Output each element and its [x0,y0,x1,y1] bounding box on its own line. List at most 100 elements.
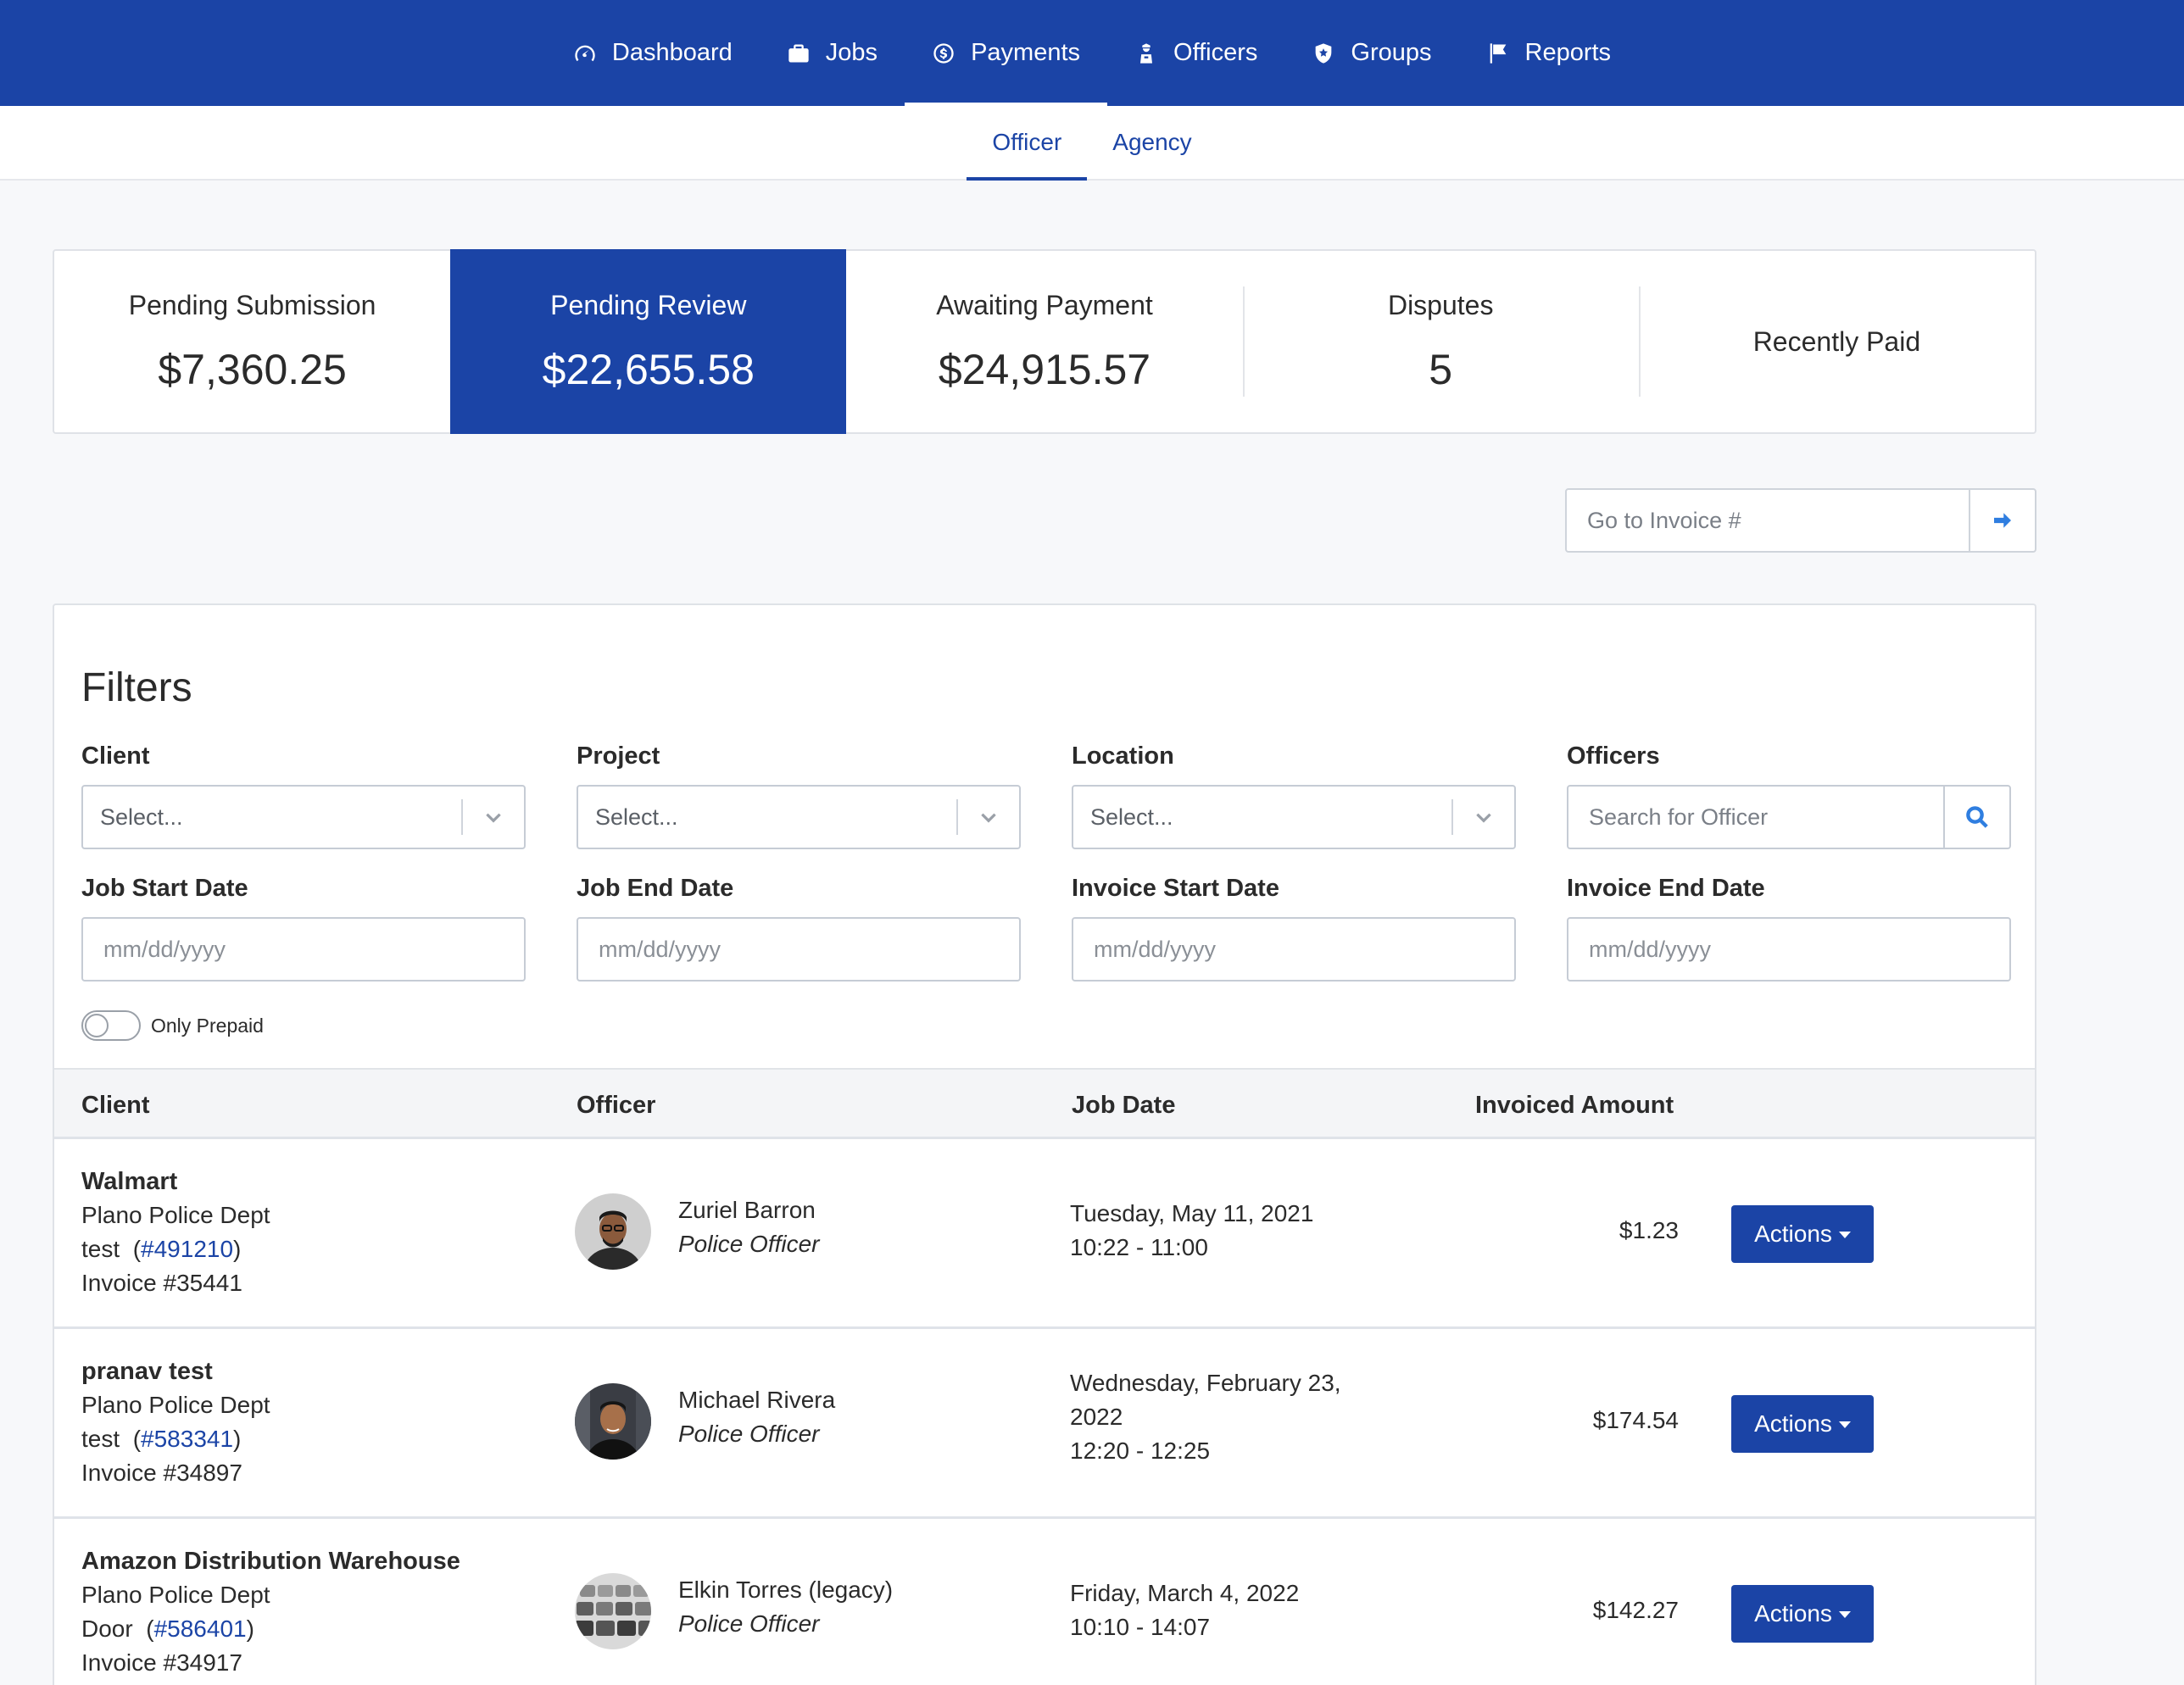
toggle-knob [85,1014,109,1037]
row-client: pranav test Plano Police Dept test (#583… [81,1354,270,1490]
officer-icon [1134,42,1158,65]
project-link[interactable]: #491210 [141,1236,233,1262]
row-amount: $1.23 [1618,1217,1679,1243]
invoice-number: Invoice #34897 [81,1460,242,1486]
top-navigation: Dashboard Jobs Payments Officers Groups … [0,0,2184,106]
chevron-down-icon[interactable] [958,806,1019,828]
date-placeholder: mm/dd/yyyy [1589,936,1712,962]
flag-icon [1486,42,1510,65]
row-officer: Michael Rivera Police Officer [678,1383,835,1451]
date-placeholder: mm/dd/yyyy [103,936,226,962]
job-end-date-input[interactable]: mm/dd/yyyy [577,917,1021,982]
invoice-number: Invoice #34917 [81,1649,242,1676]
tab-agency[interactable]: Agency [1087,106,1217,179]
only-prepaid-label: Only Prepaid [151,1014,264,1037]
project-select[interactable]: Select... [577,785,1021,849]
project-name: Door [81,1615,133,1642]
project-link[interactable]: #583341 [141,1426,233,1452]
card-label: Pending Review [550,289,747,320]
location-select[interactable]: Select... [1072,785,1516,849]
job-date-day: Friday, March 4, 2022 [1070,1580,1300,1606]
invoice-end-date-input[interactable]: mm/dd/yyyy [1567,917,2011,982]
project-line: test (#583341) [81,1426,242,1452]
officers-filter: Officers Search for Officer [1567,742,2011,849]
job-start-date-input[interactable]: mm/dd/yyyy [81,917,526,982]
project-select-value: Select... [595,804,678,830]
officers-filter-label: Officers [1567,742,1660,770]
column-client: Client [81,1091,150,1119]
job-date-day: Tuesday, May 11, 2021 [1070,1200,1314,1226]
card-label: Disputes [1387,289,1494,320]
column-invoiced-amount: Invoiced Amount [1475,1091,1674,1119]
actions-button[interactable]: Actions [1731,1585,1874,1643]
officer-role: Police Officer [678,1421,820,1447]
nav-jobs[interactable]: Jobs [760,0,905,106]
nav-groups[interactable]: Groups [1284,0,1458,106]
project-link[interactable]: #586401 [154,1615,247,1642]
client-select[interactable]: Select... [81,785,526,849]
column-job-date: Job Date [1072,1091,1176,1119]
nav-officers[interactable]: Officers [1107,0,1284,106]
chevron-down-icon[interactable] [1453,806,1514,828]
chevron-down-icon[interactable] [463,806,524,828]
agency-name: Plano Police Dept [81,1202,270,1228]
column-officer: Officer [577,1091,656,1119]
caret-down-icon [1838,1232,1851,1238]
goto-invoice [1565,488,2036,553]
actions-label: Actions [1754,1410,1832,1437]
nav-payments-label: Payments [971,39,1081,66]
only-prepaid-toggle[interactable] [81,1010,141,1041]
table-row: pranav test Plano Police Dept test (#583… [54,1329,2035,1519]
dollar-circle-icon [932,42,956,65]
actions-button[interactable]: Actions [1731,1205,1874,1263]
card-awaiting-payment[interactable]: Awaiting Payment $24,915.57 [846,251,1242,432]
client-name: Amazon Distribution Warehouse [81,1548,460,1575]
officer-avatar [575,1193,651,1270]
invoice-start-date-label: Invoice Start Date [1072,875,1279,902]
invoice-start-date-input[interactable]: mm/dd/yyyy [1072,917,1516,982]
invoice-start-date-filter: Invoice Start Date mm/dd/yyyy [1072,875,1516,982]
invoice-number: Invoice #35441 [81,1270,242,1296]
invoice-end-date-label: Invoice End Date [1567,875,1765,902]
nav-officers-label: Officers [1173,39,1258,66]
officer-search-button[interactable] [1943,787,2009,848]
officer-name: Michael Rivera [678,1387,836,1413]
only-prepaid-toggle-group: Only Prepaid [81,1010,264,1041]
nav-payments[interactable]: Payments [905,0,1107,106]
actions-button[interactable]: Actions [1731,1395,1874,1453]
nav-dashboard[interactable]: Dashboard [546,0,760,106]
invoice-end-date-filter: Invoice End Date mm/dd/yyyy [1567,875,2011,982]
location-filter-label: Location [1072,742,1174,770]
caret-down-icon [1838,1611,1851,1618]
nav-jobs-label: Jobs [825,39,878,66]
briefcase-icon [787,42,811,65]
officer-search-input[interactable]: Search for Officer [1567,785,2011,849]
job-date-day: Wednesday, February 23, 2022 [1070,1370,1341,1430]
goto-invoice-input[interactable] [1567,490,1969,551]
location-filter: Location Select... [1072,742,1516,849]
job-end-date-label: Job End Date [577,875,734,902]
gauge-icon [573,42,597,65]
job-start-date-label: Job Start Date [81,875,248,902]
row-job-date: Friday, March 4, 2022 10:10 - 14:07 [1070,1577,1358,1644]
date-placeholder: mm/dd/yyyy [599,936,722,962]
card-recently-paid[interactable]: Recently Paid [1638,251,2035,432]
card-pending-review[interactable]: Pending Review $22,655.58 [450,249,847,434]
row-amount: $142.27 [1592,1597,1679,1623]
goto-invoice-button[interactable] [1969,490,2035,551]
project-name: test [81,1426,120,1452]
project-line: test (#491210) [81,1236,242,1262]
filters-title: Filters [81,665,192,710]
client-select-value: Select... [100,804,183,830]
tab-officer[interactable]: Officer [967,106,1088,181]
job-date-time: 12:20 - 12:25 [1070,1438,1211,1464]
project-line: Door (#586401) [81,1615,254,1642]
officer-name: Elkin Torres (legacy) [678,1577,894,1603]
card-value: $24,915.57 [938,345,1151,393]
nav-reports[interactable]: Reports [1459,0,1639,106]
row-client: Walmart Plano Police Dept test (#491210)… [81,1165,270,1300]
job-date-time: 10:10 - 14:07 [1070,1614,1211,1640]
card-pending-submission[interactable]: Pending Submission $7,360.25 [54,251,450,432]
card-disputes[interactable]: Disputes 5 [1242,251,1639,432]
row-client: Amazon Distribution Warehouse Plano Poli… [81,1544,460,1680]
